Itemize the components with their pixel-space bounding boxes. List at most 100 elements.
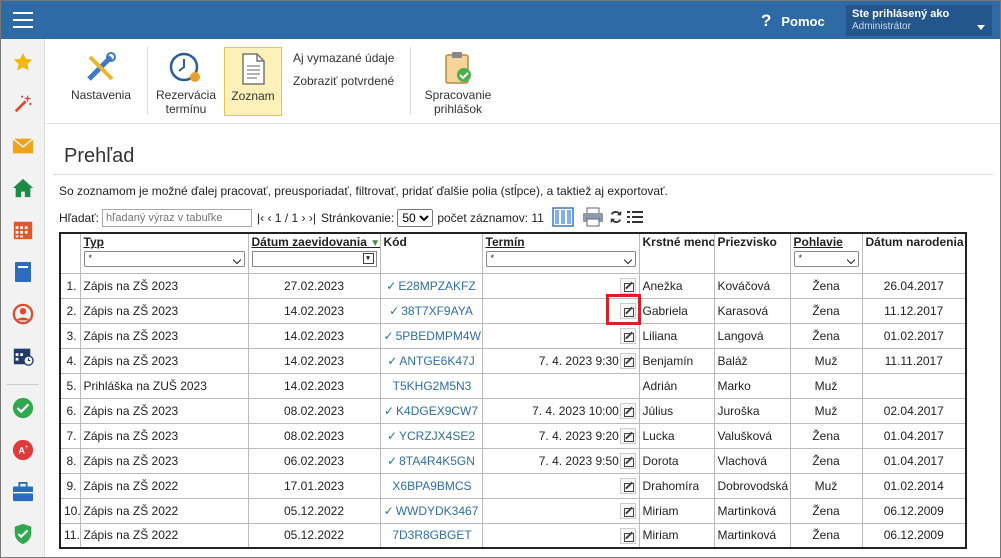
cell-krstne-meno: Miriam: [638, 522, 715, 549]
calendar-grid-icon[interactable]: [12, 219, 34, 241]
cell-priezvisko: Langová: [713, 322, 791, 349]
edit-term-icon[interactable]: [619, 477, 636, 494]
cell-kod[interactable]: ✓ 5PBEDMPM4W: [379, 322, 483, 349]
pohlavie-filter[interactable]: *: [793, 251, 859, 267]
search-input[interactable]: [102, 209, 253, 227]
table-row[interactable]: 7. Zápis na ZŠ 2023 08.02.2023 ✓ YCRZJX4SE2 7…: [59, 422, 967, 449]
star-icon[interactable]: [12, 51, 34, 73]
cell-priezvisko: Kováčová: [713, 272, 791, 299]
table-row[interactable]: 9. Zápis na ZŠ 2022 17.01.2023 X6BPA9BMCS Dr…: [59, 472, 967, 499]
termin-filter[interactable]: *: [485, 251, 636, 267]
svg-text:+: +: [25, 444, 29, 451]
table-row[interactable]: 5. Prihláška na ZUŠ 2023 14.02.2023 T5KHG2M…: [59, 372, 967, 399]
kod-link[interactable]: 38T7XF9AYA: [401, 304, 473, 318]
kod-link[interactable]: YCRZJX4SE2: [399, 429, 475, 443]
cell-priezvisko: Valušková: [713, 422, 791, 449]
list-button[interactable]: Zoznam: [224, 47, 282, 116]
a-plus-badge-icon[interactable]: A +: [12, 439, 34, 461]
table-row[interactable]: 10. Zápis na ZŠ 2022 05.12.2022 ✓ WWDYDK3467…: [59, 497, 967, 524]
header-datum-narodenia[interactable]: Dátum narodenia: [861, 232, 967, 274]
user-circle-icon[interactable]: [12, 303, 34, 325]
edit-term-icon[interactable]: [619, 352, 636, 369]
kod-link[interactable]: K4DGEX9CW7: [396, 404, 478, 418]
refresh-icon[interactable]: [609, 210, 623, 227]
pager[interactable]: |‹ ‹ 1 / 1 › ›|: [257, 211, 316, 225]
cell-kod[interactable]: X6BPA9BMCS: [379, 472, 483, 499]
shield-check-icon[interactable]: [12, 523, 34, 545]
edit-term-icon[interactable]: [619, 502, 636, 519]
table-row[interactable]: 4. Zápis na ZŠ 2023 14.02.2023 ✓ ANTGE6K47J 7…: [59, 347, 967, 374]
cell-kod[interactable]: 7D3R8GBGET: [379, 522, 483, 549]
calendar-clock-icon[interactable]: [12, 345, 34, 367]
header-kod[interactable]: Kód: [379, 232, 483, 274]
reservation-button[interactable]: Rezervácia termínu: [151, 51, 221, 116]
table-row[interactable]: 8. Zápis na ZŠ 2023 06.02.2023 ✓ 8TA4R4K5GN 7…: [59, 447, 967, 474]
date-filter[interactable]: ▾: [251, 251, 377, 267]
edit-term-icon[interactable]: [619, 402, 636, 419]
confirmed-check-icon: ✓: [387, 353, 398, 368]
edit-term-icon[interactable]: [619, 277, 636, 294]
row-number: 4.: [59, 347, 81, 374]
cell-datum-zaevidovania: 14.02.2023: [247, 297, 381, 324]
envelope-icon[interactable]: [12, 135, 34, 157]
processing-button[interactable]: Spracovanie prihlášok: [417, 51, 499, 116]
header-datum-zaevidovania[interactable]: Dátum zaevidovania ▼ ▾: [247, 232, 381, 274]
typ-filter[interactable]: *: [83, 251, 245, 267]
briefcase-icon[interactable]: [12, 481, 34, 503]
header-pohlavie[interactable]: Pohlavie *: [789, 232, 863, 274]
paging-label: Stránkovanie:: [320, 211, 395, 225]
table-row[interactable]: 3. Zápis na ZŠ 2023 14.02.2023 ✓ 5PBEDMPM4W L…: [59, 322, 967, 349]
cell-kod[interactable]: T5KHG2M5N3: [379, 372, 483, 399]
kod-link[interactable]: E28MPZAKFZ: [398, 279, 475, 293]
user-menu[interactable]: Ste prihlásený ako Administrátor: [846, 5, 992, 36]
table-toolbar: Hľadať: |‹ ‹ 1 / 1 › ›| Stránkovanie: 50…: [59, 206, 643, 230]
edit-term-icon[interactable]: [619, 452, 636, 469]
columns-icon[interactable]: [552, 206, 574, 230]
kod-link[interactable]: WWDYDK3467: [396, 504, 479, 518]
table-row[interactable]: 6. Zápis na ZŠ 2023 08.02.2023 ✓ K4DGEX9CW7 7…: [59, 397, 967, 424]
edit-term-icon[interactable]: [619, 527, 636, 544]
kod-link[interactable]: X6BPA9BMCS: [392, 479, 471, 493]
help-button[interactable]: ? Pomoc: [761, 11, 825, 31]
cell-priezvisko: Martinková: [713, 497, 791, 524]
kod-link[interactable]: ANTGE6K47J: [399, 354, 474, 368]
row-number: 3.: [59, 322, 81, 349]
magic-wand-icon[interactable]: [12, 93, 34, 115]
header-typ[interactable]: Typ *: [79, 232, 249, 274]
settings-button[interactable]: Nastavenia: [65, 51, 137, 102]
kod-link[interactable]: 5PBEDMPM4W: [396, 329, 481, 343]
print-icon[interactable]: [582, 207, 604, 230]
cell-kod[interactable]: ✓ K4DGEX9CW7: [379, 397, 483, 424]
table-row[interactable]: 11. Zápis na ZŠ 2022 05.12.2022 7D3R8GBGET M…: [59, 522, 967, 549]
cell-kod[interactable]: ✓ WWDYDK3467: [379, 497, 483, 524]
cell-priezvisko: Martinková: [713, 522, 791, 549]
table-row[interactable]: 1. Zápis na ZŠ 2023 27.02.2023 ✓ E28MPZAKFZ A…: [59, 272, 967, 299]
header-termin[interactable]: Termín *: [481, 232, 640, 274]
cell-kod[interactable]: ✓ ANTGE6K47J: [379, 347, 483, 374]
top-bar: ? Pomoc Ste prihlásený ako Administrátor: [1, 1, 1000, 39]
kod-link[interactable]: 7D3R8GBGET: [392, 528, 471, 542]
home-icon[interactable]: [12, 177, 34, 199]
header-priezvisko[interactable]: Priezvisko: [713, 232, 791, 274]
edit-term-icon[interactable]: [619, 427, 636, 444]
highlight-box: [606, 294, 641, 325]
kod-link[interactable]: 8TA4R4K5GN: [399, 454, 475, 468]
cell-kod[interactable]: ✓ E28MPZAKFZ: [379, 272, 483, 299]
show-confirmed-link[interactable]: Zobraziť potvrdené: [293, 74, 394, 88]
edit-term-icon[interactable]: [619, 327, 636, 344]
header-krstne-meno[interactable]: Krstné meno: [638, 232, 715, 274]
check-badge-icon[interactable]: [12, 397, 34, 419]
notebook-icon[interactable]: [12, 261, 34, 283]
cell-kod[interactable]: ✓ 38T7XF9AYA: [379, 297, 483, 324]
show-deleted-link[interactable]: Aj vymazané údaje: [293, 51, 394, 65]
cell-typ: Zápis na ZŠ 2023: [79, 297, 249, 324]
cell-kod[interactable]: ✓ YCRZJX4SE2: [379, 422, 483, 449]
kod-link[interactable]: T5KHG2M5N3: [393, 379, 472, 393]
menu-icon[interactable]: [13, 12, 33, 28]
table-row[interactable]: 2. Zápis na ZŠ 2023 14.02.2023 ✓ 38T7XF9AYA G…: [59, 297, 967, 324]
page-size-select[interactable]: 50: [397, 209, 434, 227]
cell-krstne-meno: Benjamín: [638, 347, 715, 374]
list-view-icon[interactable]: [626, 210, 643, 227]
cell-kod[interactable]: ✓ 8TA4R4K5GN: [379, 447, 483, 474]
cell-krstne-meno: Gabriela: [638, 297, 715, 324]
